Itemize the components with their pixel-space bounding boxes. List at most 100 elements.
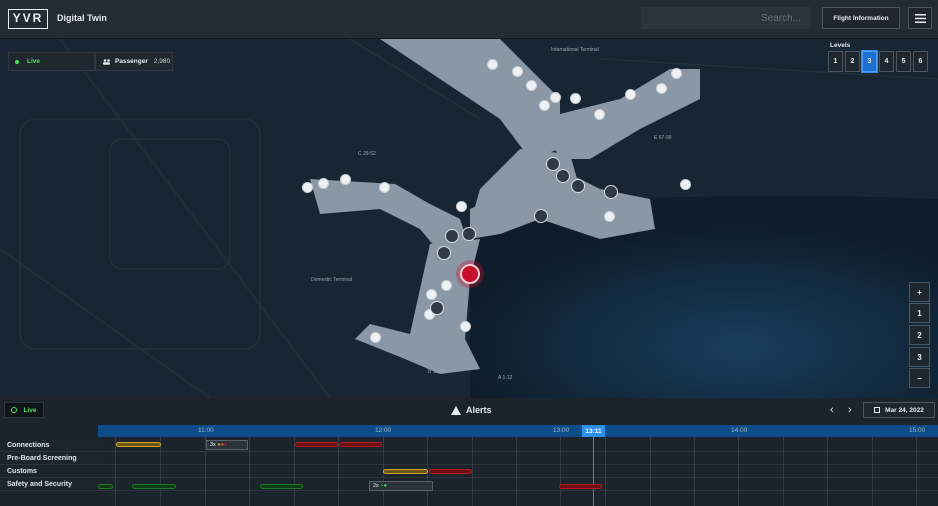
escalator-icon[interactable]	[437, 246, 451, 260]
row-label-pre-board-screening: Pre-Board Screening	[0, 452, 98, 465]
poi-icon[interactable]	[441, 280, 452, 291]
time-axis[interactable]	[98, 425, 938, 437]
current-time-line	[593, 437, 594, 506]
level-button-1[interactable]: 1	[828, 51, 843, 72]
poi-icon[interactable]	[570, 93, 581, 104]
alert-bar[interactable]	[295, 442, 338, 447]
airport-map[interactable]: International Terminal E 67-99 C 29-52 D…	[0, 39, 938, 398]
live-status-chip: Live	[8, 52, 95, 71]
poi-icon[interactable]	[512, 66, 523, 77]
escalator-icon[interactable]	[556, 169, 570, 183]
alert-bar[interactable]	[132, 484, 176, 489]
escalator-icon[interactable]	[546, 157, 560, 171]
zoom-out-button[interactable]: −	[909, 368, 930, 388]
tick-label: 12:00	[375, 427, 392, 434]
floor-button-1[interactable]: 1	[909, 303, 930, 323]
poi-icon[interactable]	[426, 289, 437, 300]
label-domestic-terminal: Domestic Terminal	[311, 277, 353, 283]
passenger-label: Passenger	[115, 58, 148, 65]
poi-icon[interactable]	[340, 174, 351, 185]
hamburger-menu-icon	[914, 13, 926, 23]
grid-line	[516, 437, 517, 506]
alert-bar[interactable]	[339, 442, 382, 447]
grid-line	[294, 437, 295, 506]
grid-line	[916, 437, 917, 506]
next-chevron-icon[interactable]: ›	[848, 404, 852, 416]
tick-label: 13:00	[553, 427, 570, 434]
label-c-gates: C 29-52	[358, 151, 376, 157]
grid-line	[650, 437, 651, 506]
grid-line	[338, 437, 339, 506]
alert-cluster[interactable]: 2x ●●	[369, 481, 433, 491]
cluster-count: 2x	[373, 483, 379, 489]
floor-button-2[interactable]: 2	[909, 325, 930, 345]
menu-button[interactable]	[908, 7, 932, 29]
timeline-live-label: Live	[23, 406, 37, 414]
passenger-count-chip[interactable]: Passenger 2,980	[95, 52, 173, 71]
grid-line	[872, 437, 873, 506]
escalator-icon[interactable]	[430, 301, 444, 315]
grid-line	[694, 437, 695, 506]
search-input[interactable]	[641, 7, 811, 29]
floor-button-3[interactable]: 3	[909, 347, 930, 367]
passenger-count: 2,980	[153, 58, 171, 65]
row-label-connections: Connections	[0, 439, 98, 452]
alert-bar[interactable]	[559, 484, 602, 489]
row-label-safety-security: Safety and Security	[0, 478, 98, 491]
poi-icon[interactable]	[370, 332, 381, 343]
poi-icon[interactable]	[625, 89, 636, 100]
poi-icon[interactable]	[302, 182, 313, 193]
poi-icon[interactable]	[318, 178, 329, 189]
yvr-logo: YVR	[8, 9, 48, 29]
alert-bar[interactable]	[98, 484, 113, 489]
poi-icon[interactable]	[671, 68, 682, 79]
grid-line	[783, 437, 784, 506]
level-button-3[interactable]: 3	[862, 51, 877, 72]
grid-line	[98, 477, 938, 478]
camera-icon[interactable]	[462, 227, 476, 241]
poi-icon[interactable]	[379, 182, 390, 193]
poi-icon[interactable]	[460, 321, 471, 332]
level-button-5[interactable]: 5	[896, 51, 911, 72]
timeline-live-button[interactable]: Live	[4, 402, 44, 418]
poi-icon[interactable]	[539, 100, 550, 111]
alerts-title-text: Alerts	[466, 405, 492, 415]
grid-line	[472, 437, 473, 506]
alert-bar[interactable]	[260, 484, 303, 489]
alert-bar[interactable]	[429, 469, 472, 474]
camera-icon[interactable]	[534, 209, 548, 223]
levels-label: Levels	[830, 42, 851, 49]
escalator-icon[interactable]	[571, 179, 585, 193]
flight-information-button[interactable]: Flight Information	[822, 7, 900, 29]
poi-icon[interactable]	[526, 80, 537, 91]
current-time-marker[interactable]: 13:11	[582, 425, 605, 437]
date-picker-button[interactable]: Mar 24, 2022	[863, 402, 935, 418]
grid-line	[249, 437, 250, 506]
poi-icon[interactable]	[680, 179, 691, 190]
alert-bar[interactable]	[383, 469, 428, 474]
grid-line	[738, 437, 739, 506]
poi-icon[interactable]	[656, 83, 667, 94]
poi-icon[interactable]	[604, 211, 615, 222]
alert-cluster[interactable]: 3x ●●●	[206, 440, 248, 450]
escalator-icon[interactable]	[445, 229, 459, 243]
grid-line	[115, 437, 116, 506]
poi-icon[interactable]	[456, 201, 467, 212]
poi-icon[interactable]	[487, 59, 498, 70]
alert-bar[interactable]	[116, 442, 161, 447]
live-dot-icon	[15, 59, 19, 64]
label-a-gates: A 1-12	[498, 375, 513, 381]
grid-line	[605, 437, 606, 506]
row-label-customs: Customs	[0, 465, 98, 478]
level-button-2[interactable]: 2	[845, 51, 860, 72]
vehicle-alert-icon[interactable]	[460, 264, 480, 284]
zoom-in-button[interactable]: +	[909, 282, 930, 302]
poi-icon[interactable]	[594, 109, 605, 120]
level-button-6[interactable]: 6	[913, 51, 928, 72]
level-button-4[interactable]: 4	[879, 51, 894, 72]
poi-icon[interactable]	[550, 92, 561, 103]
prev-chevron-icon[interactable]: ‹	[830, 404, 834, 416]
grid-line	[160, 437, 161, 506]
escalator-icon[interactable]	[604, 185, 618, 199]
warning-triangle-icon	[451, 405, 461, 415]
